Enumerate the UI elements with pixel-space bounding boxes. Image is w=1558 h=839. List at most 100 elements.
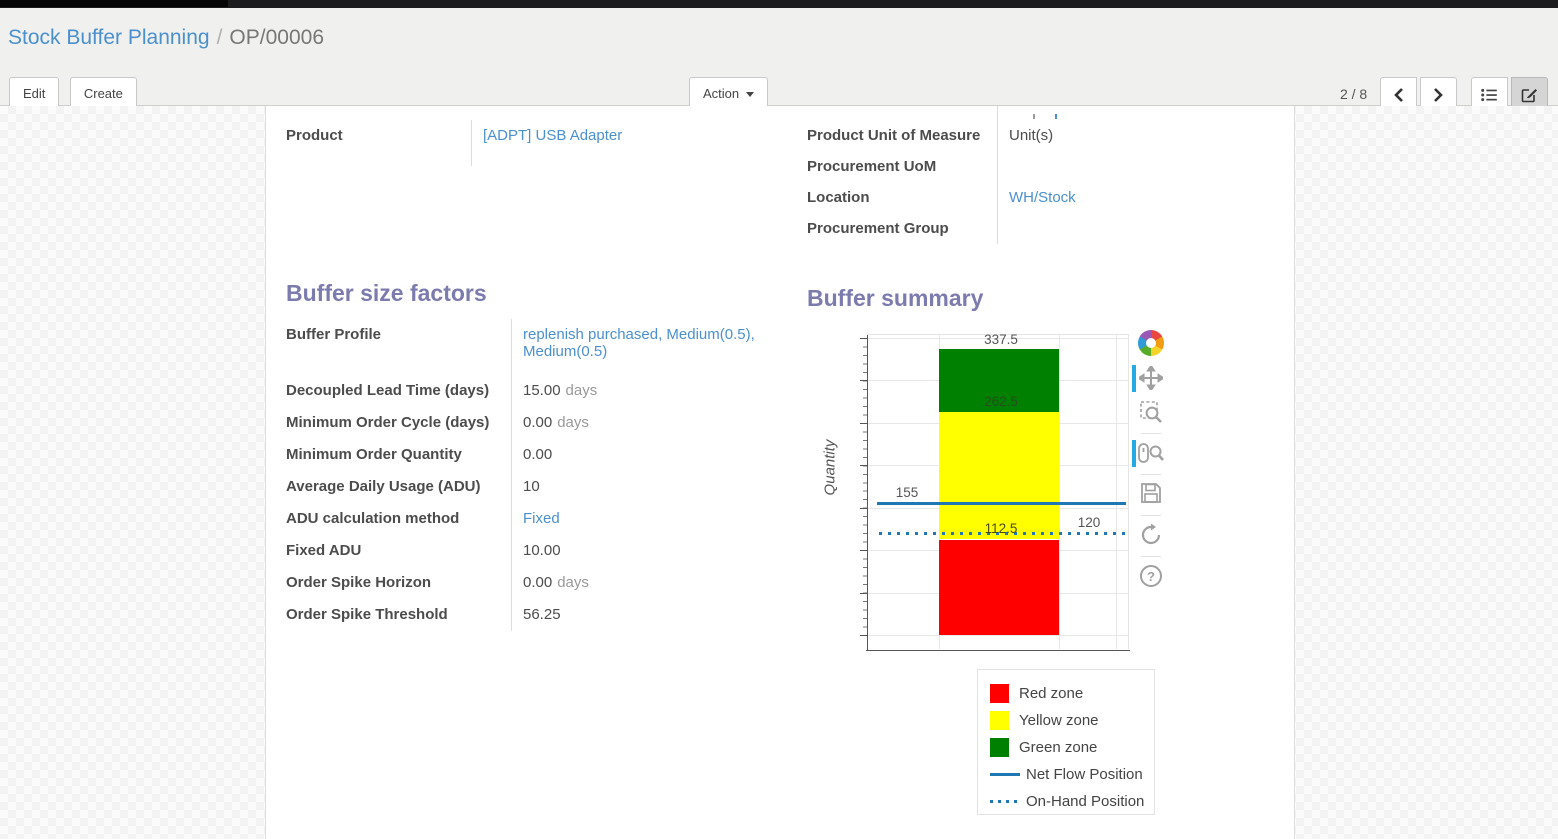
toolbar-separator (1141, 515, 1161, 516)
y-axis-tick (860, 465, 867, 466)
breadcrumb-current: OP/00006 (229, 26, 324, 49)
y-axis-tick (860, 423, 867, 424)
legend-label: Net Flow Position (1026, 766, 1143, 783)
field-value-procurement-uom (998, 151, 1009, 165)
pan-icon (1139, 366, 1163, 390)
reset-tool-button[interactable] (1134, 519, 1168, 553)
chart-legend: Red zone Yellow zone Green zone Net Flow… (977, 669, 1155, 815)
toolbar-separator (1141, 556, 1161, 557)
y-axis-tick (860, 635, 867, 636)
gridline (1116, 335, 1117, 649)
list-icon (1481, 88, 1497, 102)
save-tool-button[interactable] (1134, 478, 1168, 512)
uom-suffix: days (557, 574, 589, 591)
refresh-icon (1139, 523, 1163, 547)
legend-item-red-zone: Red zone (990, 680, 1154, 707)
field-value-buffer-profile: replenish purchased, Medium(0.5), Medium… (512, 319, 770, 367)
field-label-min-order-qty: Minimum Order Quantity (286, 439, 512, 471)
main-menu-bar-clipped (0, 0, 1558, 8)
annotation-net-flow: 155 (889, 485, 925, 500)
toolbar-separator (1141, 474, 1161, 475)
form-sheet: Product [ADPT] USB Adapter Product Unit … (265, 106, 1295, 839)
legend-label: Yellow zone (1019, 712, 1099, 729)
field-label-fixed-adu: Fixed ADU (286, 535, 512, 567)
section-title-buffer-summary: Buffer summary (807, 285, 983, 312)
svg-text:?: ? (1147, 569, 1155, 584)
field-row-product-uom: Product Unit of Measure Unit(s) (807, 120, 1296, 151)
uom-suffix: days (557, 414, 589, 431)
field-row-procurement-uom: Procurement UoM (807, 151, 1296, 182)
field-label-buffer-profile: Buffer Profile (286, 319, 512, 375)
y-axis-line (867, 335, 868, 651)
field-group-right: Product Unit of Measure Unit(s) Procurem… (807, 106, 1296, 244)
field-label-adu: Average Daily Usage (ADU) (286, 471, 512, 503)
content-area: Product [ADPT] USB Adapter Product Unit … (0, 106, 1558, 839)
field-value-min-order-qty: 0.00 (512, 439, 552, 470)
bokeh-logo-icon[interactable] (1138, 330, 1164, 356)
y-axis-tick (860, 380, 867, 381)
box-zoom-icon (1139, 400, 1163, 424)
main-menu-bar-segment (0, 0, 228, 7)
y-axis-tick (860, 550, 867, 551)
chevron-left-icon (1393, 87, 1404, 103)
dotted-line-swatch (990, 800, 1020, 803)
field-row-adu-method: ADU calculation method Fixed (286, 503, 786, 535)
legend-label: Red zone (1019, 685, 1083, 702)
legend-label: Green zone (1019, 739, 1097, 756)
field-row-min-order-cycle: Minimum Order Cycle (days) 0.00days (286, 407, 786, 439)
buffer-summary-plot[interactable]: 337.5 262.5 155 112.5 120 (867, 334, 1129, 649)
legend-item-green-zone: Green zone (990, 734, 1154, 761)
solid-line-swatch (990, 773, 1020, 776)
field-label-spike-threshold: Order Spike Threshold (286, 599, 512, 631)
legend-item-yellow-zone: Yellow zone (990, 707, 1154, 734)
field-row-location: Location WH/Stock (807, 182, 1296, 213)
field-value-adu: 10 (512, 471, 540, 502)
field-row-dlt: Decoupled Lead Time (days) 15.00days (286, 375, 786, 407)
field-value-adu-method: Fixed (512, 503, 560, 534)
y-axis-tick (860, 593, 867, 594)
annotation-on-hand: 120 (1067, 515, 1111, 530)
field-group-factors: Buffer Profile replenish purchased, Medi… (286, 319, 786, 631)
field-value-spike-horizon: 0.00days (512, 567, 589, 598)
field-label-min-order-cycle: Minimum Order Cycle (days) (286, 407, 512, 439)
adu-method-link[interactable]: Fixed (523, 510, 560, 527)
field-value-product: [ADPT] USB Adapter (472, 120, 622, 151)
save-icon (1140, 482, 1162, 504)
field-row-spike-horizon: Order Spike Horizon 0.00days (286, 567, 786, 599)
section-title-buffer-size-factors: Buffer size factors (286, 280, 487, 307)
field-value-fixed-adu: 10.00 (512, 535, 561, 566)
pan-tool-button[interactable] (1134, 362, 1168, 396)
y-axis-label: Quantity (822, 423, 839, 513)
location-link[interactable]: WH/Stock (1009, 189, 1076, 206)
annotation-green-top: 337.5 (979, 332, 1023, 347)
field-value-procurement-group (998, 213, 1009, 227)
field-row-adu: Average Daily Usage (ADU) 10 (286, 471, 786, 503)
chevron-down-icon (746, 92, 754, 97)
form-edit-icon (1521, 87, 1538, 103)
wheel-zoom-tool-button[interactable] (1134, 437, 1168, 471)
breadcrumb: Stock Buffer Planning/OP/00006 (8, 26, 324, 50)
box-zoom-tool-button[interactable] (1134, 396, 1168, 430)
field-value-dlt: 15.00days (512, 375, 597, 406)
y-axis-tick (860, 508, 867, 509)
red-swatch (990, 684, 1009, 703)
field-value-location: WH/Stock (998, 182, 1076, 213)
buffer-profile-link[interactable]: replenish purchased, Medium(0.5), Medium… (523, 326, 755, 360)
yellow-swatch (990, 711, 1009, 730)
field-label-dlt: Decoupled Lead Time (days) (286, 375, 512, 407)
field-row-procurement-group: Procurement Group (807, 213, 1296, 244)
breadcrumb-parent-link[interactable]: Stock Buffer Planning (8, 26, 210, 49)
field-row-spike-threshold: Order Spike Threshold 56.25 (286, 599, 786, 631)
x-axis-line (866, 650, 1130, 651)
field-value-product-uom: Unit(s) (998, 120, 1053, 151)
stock-buffer-planning-page: Stock Buffer Planning/OP/00006 Edit Crea… (0, 0, 1558, 839)
help-tool-button[interactable]: ? (1134, 560, 1168, 594)
field-label-adu-method: ADU calculation method (286, 503, 512, 535)
field-value-min-order-cycle: 0.00days (512, 407, 589, 438)
field-value-spike-threshold: 56.25 (512, 599, 561, 630)
annotation-yellow-top: 262.5 (979, 394, 1023, 409)
annotation-red-top: 112.5 (979, 521, 1023, 536)
clipped-row-label (807, 106, 998, 120)
product-link[interactable]: [ADPT] USB Adapter (483, 127, 622, 144)
green-swatch (990, 738, 1009, 757)
